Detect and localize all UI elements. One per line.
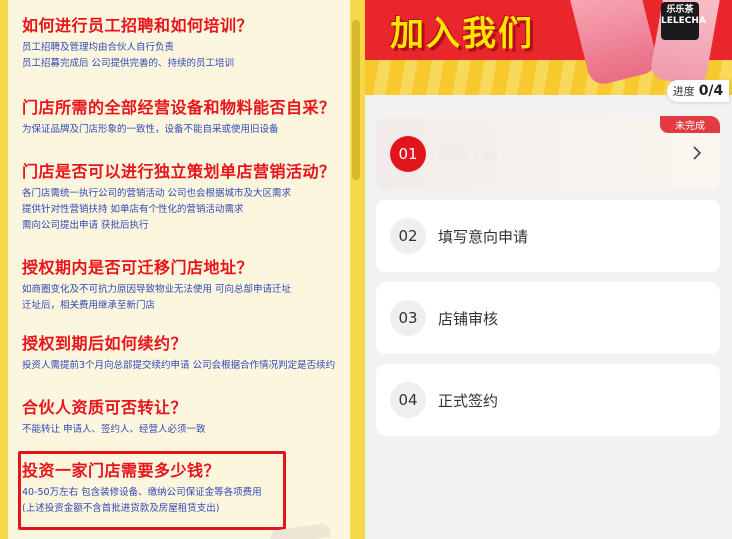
faq-item: 授权到期后如何续约？ 投资人需提前3个月向总部提交续约申请 公司会根据合作情况判… [22, 334, 350, 374]
faq-item: 合伙人资质可否转让？ 不能转让 申请人、签约人、经营人必须一致 [22, 398, 350, 438]
faq-question: 门店所需的全部经营设备和物料能否自采？ [22, 98, 336, 117]
faq-question: 合伙人资质可否转让？ [22, 398, 188, 417]
faq-answer-line: 为保证品牌及门店形象的一致性，设备不能自采或使用旧设备 [22, 124, 279, 135]
banner-title: 加入我们 [390, 14, 534, 54]
faq-question: 授权期内是否可迁移门店地址？ [22, 258, 254, 277]
step-label: 填写意向申请 [438, 228, 529, 246]
faq-answer: 员工招聘及管理均由合伙人自行负责 员工招募完成后 公司提供完善的、持续的员工培训 [22, 40, 350, 72]
step-number: 01 [390, 136, 426, 172]
step-label: 正式签约 [438, 392, 499, 410]
faq-panel[interactable]: 如何进行员工招聘和如何培训？ 员工招聘及管理均由合伙人自行负责 员工招募完成后 … [8, 0, 350, 539]
progress-indicator: 进度 0/4 [667, 80, 729, 102]
progress-label: 进度 [672, 85, 695, 98]
faq-answer: 投资人需提前3个月向总部提交续约申请 公司会根据合作情况判定是否续约 [22, 358, 350, 374]
faq-question: 门店是否可以进行独立策划单店营销活动？ [22, 162, 336, 181]
scrollbar-thumb[interactable] [352, 20, 360, 180]
step-card-review[interactable]: 03 店铺审核 [376, 282, 720, 354]
step-number: 03 [390, 300, 426, 336]
step-card-brand[interactable]: 01 品牌了解 未完成 [376, 116, 720, 190]
step-card-application[interactable]: 02 填写意向申请 [376, 200, 720, 272]
faq-answer: 不能转让 申请人、签约人、经营人必须一致 [22, 422, 350, 438]
faq-answer-line: 提供针对性营销扶持 如单店有个性化的营销活动需求 [22, 204, 244, 215]
faq-answer-line: 需向公司提出申请 获批后执行 [22, 220, 149, 231]
highlight-annotation-box [18, 451, 286, 530]
faq-question: 如何进行员工招聘和如何培训？ [22, 16, 254, 35]
faq-answer: 各门店需统一执行公司的营销活动 公司也会根据城市及大区需求 提供针对性营销扶持 … [22, 186, 350, 234]
faq-item: 授权期内是否可迁移门店地址？ 如商圈变化及不可抗力原因导致物业无法使用 可向总部… [22, 258, 350, 314]
faq-answer: 如商圈变化及不可抗力原因导致物业无法使用 可向总部申请迁址 迁址后，相关费用继承… [22, 282, 350, 314]
faq-answer: 为保证品牌及门店形象的一致性，设备不能自采或使用旧设备 [22, 122, 350, 138]
faq-question: 授权到期后如何续约？ [22, 334, 188, 353]
progress-value: 0/4 [698, 83, 724, 99]
faq-item: 如何进行员工招聘和如何培训？ 员工招聘及管理均由合伙人自行负责 员工招募完成后 … [22, 16, 350, 72]
step-label: 品牌了解 [438, 146, 499, 164]
step-card-contract[interactable]: 04 正式签约 [376, 364, 720, 436]
faq-answer-line: 迁址后，相关费用继承至新门店 [22, 300, 156, 311]
faq-item: 门店是否可以进行独立策划单店营销活动？ 各门店需统一执行公司的营销活动 公司也会… [22, 162, 350, 234]
faq-answer-line: 不能转让 申请人、签约人、经营人必须一致 [22, 424, 206, 435]
faq-answer-line: 员工招募完成后 公司提供完善的、持续的员工培训 [22, 58, 235, 69]
status-badge: 未完成 [660, 116, 720, 133]
faq-answer-line: 各门店需统一执行公司的营销活动 公司也会根据城市及大区需求 [22, 188, 292, 199]
brand-logo: 乐乐茶 LELECHA [661, 2, 706, 40]
faq-panel-frame: 如何进行员工招聘和如何培训？ 员工招聘及管理均由合伙人自行负责 员工招募完成后 … [0, 0, 365, 539]
step-number: 02 [390, 218, 426, 254]
faq-answer-line: 员工招聘及管理均由合伙人自行负责 [22, 42, 175, 53]
step-number: 04 [390, 382, 426, 418]
faq-answer-line: 投资人需提前3个月向总部提交续约申请 公司会根据合作情况判定是否续约 [22, 360, 336, 371]
chevron-right-icon [693, 146, 702, 160]
faq-answer-line: 如商圈变化及不可抗力原因导致物业无法使用 可向总部申请迁址 [22, 284, 292, 295]
faq-item: 门店所需的全部经营设备和物料能否自采？ 为保证品牌及门店形象的一致性，设备不能自… [22, 98, 350, 138]
step-label: 店铺审核 [438, 310, 499, 328]
